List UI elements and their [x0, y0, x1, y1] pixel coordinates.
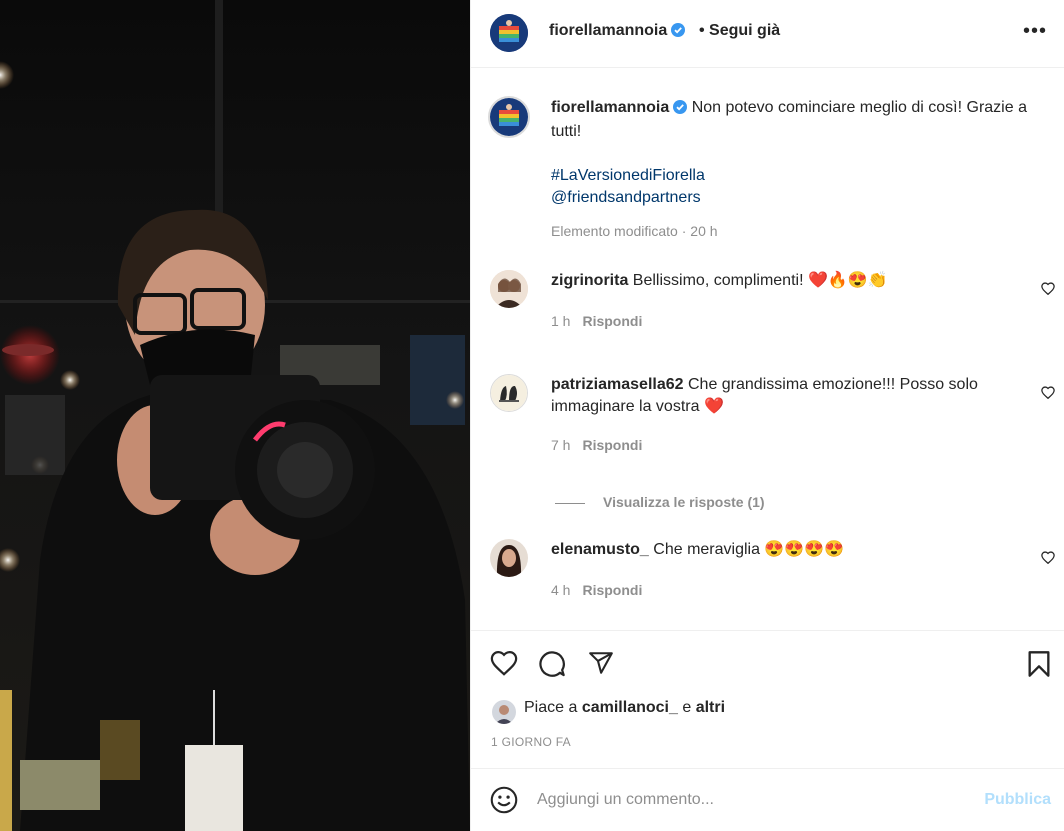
post-panel: fiorellamannoia • Segui già ••• fiorella…: [470, 0, 1064, 831]
comment-time: 7 h: [551, 437, 571, 453]
liker-username[interactable]: camillanoci_: [582, 699, 678, 716]
mention-link[interactable]: @friendsandpartners: [551, 187, 1041, 209]
likes-others-link[interactable]: altri: [696, 699, 725, 716]
comment-username[interactable]: zigrinorita: [551, 272, 628, 289]
comment-avatar[interactable]: [490, 539, 528, 577]
emoji-icon[interactable]: [490, 786, 518, 819]
verified-icon: [673, 99, 688, 121]
author-username-text[interactable]: fiorellamannoia: [549, 22, 667, 39]
likes-suffix: e: [682, 699, 692, 716]
post-header: fiorellamannoia • Segui già •••: [471, 0, 1064, 68]
comment-text: Che meraviglia 😍😍😍😍: [653, 541, 845, 558]
more-icon[interactable]: •••: [1023, 20, 1047, 43]
post-date: 1 GIORNO FA: [491, 735, 571, 749]
comment-text: Bellissimo, complimenti! ❤️🔥😍👏: [632, 272, 888, 289]
comment-username[interactable]: patriziamasella62: [551, 376, 684, 393]
author-username[interactable]: fiorellamannoia: [549, 22, 686, 42]
reply-button[interactable]: Rispondi: [582, 437, 642, 453]
caption-username[interactable]: fiorellamannoia: [551, 99, 669, 116]
replies-divider: [555, 502, 585, 504]
liker-avatar[interactable]: [492, 700, 516, 724]
comment-username[interactable]: elenamusto_: [551, 541, 649, 558]
publish-button[interactable]: Pubblica: [984, 791, 1051, 809]
author-avatar[interactable]: [490, 14, 528, 52]
caption: fiorellamannoia Non potevo cominciare me…: [551, 97, 1041, 209]
comment-body: elenamusto_ Che meraviglia 😍😍😍😍: [551, 539, 1011, 561]
caption-meta: Elemento modificato · 20 h: [551, 223, 718, 239]
comment-like-heart-icon[interactable]: [1041, 282, 1055, 300]
bookmark-icon[interactable]: [1027, 650, 1051, 683]
hashtag-link[interactable]: #LaVersionediFiorella: [551, 165, 1041, 187]
comment-body: zigrinorita Bellissimo, complimenti! ❤️🔥…: [551, 270, 1011, 292]
likes-prefix: Piace a: [524, 699, 578, 716]
reply-button[interactable]: Rispondi: [582, 582, 642, 598]
follow-status-button[interactable]: • Segui già: [699, 22, 780, 40]
action-bar: Piace a camillanoci_ e altri 1 GIORNO FA: [471, 630, 1064, 768]
comment-meta: 4 h Rispondi: [551, 582, 642, 598]
share-icon[interactable]: [587, 650, 615, 681]
comment-like-heart-icon[interactable]: [1041, 551, 1055, 569]
view-replies-label[interactable]: Visualizza le risposte (1): [603, 494, 765, 510]
likes-summary: Piace a camillanoci_ e altri: [524, 699, 725, 717]
view-replies-button[interactable]: Visualizza le risposte (1): [555, 494, 765, 510]
comment-avatar[interactable]: [490, 374, 528, 412]
comment-like-heart-icon[interactable]: [1041, 386, 1055, 404]
verified-icon: [671, 23, 686, 42]
comment-time: 1 h: [551, 313, 571, 329]
like-heart-icon[interactable]: [490, 650, 518, 681]
caption-avatar[interactable]: [488, 96, 530, 138]
comment-time: 4 h: [551, 582, 571, 598]
post-photo[interactable]: [0, 0, 470, 831]
comment-body: patriziamasella62 Che grandissima emozio…: [551, 374, 1011, 418]
comment-meta: 1 h Rispondi: [551, 313, 642, 329]
comment-icon[interactable]: [538, 650, 566, 683]
reply-button[interactable]: Rispondi: [582, 313, 642, 329]
comment-meta: 7 h Rispondi: [551, 437, 642, 453]
comment-input[interactable]: [537, 785, 957, 815]
comment-avatar[interactable]: [490, 270, 528, 308]
comment-composer: Pubblica: [471, 768, 1064, 831]
